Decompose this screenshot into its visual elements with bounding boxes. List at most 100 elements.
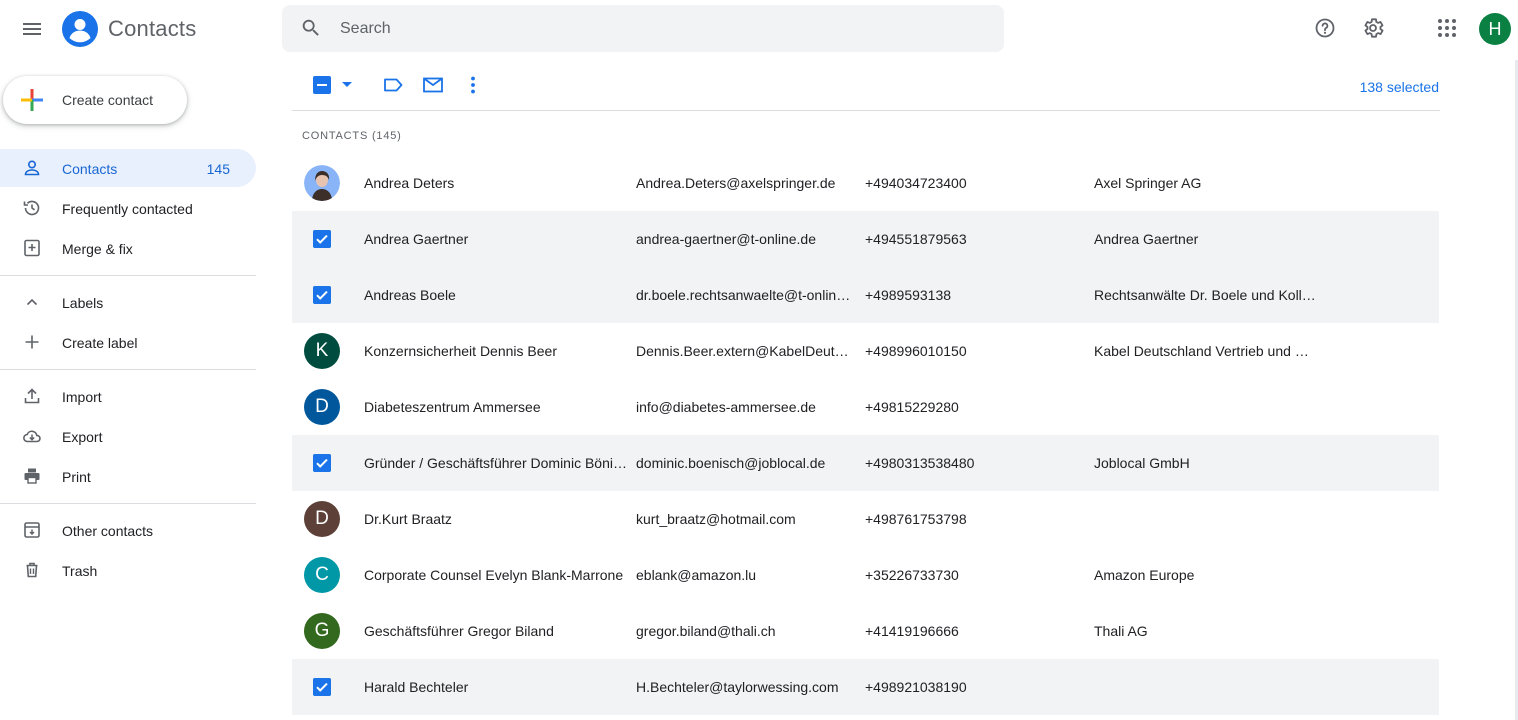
- help-icon[interactable]: [1313, 16, 1337, 40]
- sidebar-item-label: Create label: [62, 335, 138, 351]
- sidebar-item-other-contacts[interactable]: Other contacts: [0, 511, 256, 549]
- selected-count: 138 selected: [1359, 79, 1439, 95]
- cloud-download-icon: [23, 430, 41, 443]
- contact-row[interactable]: D Diabeteszentrum Ammersee info@diabetes-a…: [292, 379, 1439, 435]
- contact-phone: +498921038190: [865, 679, 967, 695]
- contact-avatar[interactable]: C: [304, 557, 340, 593]
- sidebar-item-label: Print: [62, 469, 91, 485]
- contact-phone: +4989593138: [865, 287, 952, 303]
- contact-name: Harald Bechteler: [364, 679, 469, 695]
- menu-icon[interactable]: [20, 17, 44, 41]
- contact-email: andrea-gaertner@t-online.de: [636, 231, 816, 247]
- contacts-logo-icon[interactable]: [62, 11, 98, 47]
- sidebar-item-label: Import: [62, 389, 102, 405]
- contact-avatar[interactable]: G: [304, 613, 340, 649]
- contact-org: Amazon Europe: [1094, 567, 1195, 583]
- merge-fix-icon: [24, 239, 40, 257]
- contact-org: Thali AG: [1094, 623, 1148, 639]
- contact-name: Konzernsicherheit Dennis Beer: [364, 343, 557, 359]
- sidebar-divider: [0, 369, 256, 370]
- contact-avatar[interactable]: D: [304, 389, 340, 425]
- sidebar-item-export[interactable]: Export: [0, 417, 256, 455]
- sidebar-item-print[interactable]: Print: [0, 457, 256, 495]
- contact-avatar[interactable]: D: [304, 501, 340, 537]
- contact-email: dr.boele.rechtsanwaelte@t-online.de: [636, 287, 854, 303]
- contact-row[interactable]: Andreas Boele dr.boele.rechtsanwaelte@t-o…: [292, 267, 1439, 323]
- contact-row[interactable]: D Dr.Kurt Braatz kurt_braatz@hotmail.com +4…: [292, 491, 1439, 547]
- contact-email: Andrea.Deters@axelspringer.de: [636, 175, 836, 191]
- history-icon: [23, 200, 40, 216]
- contact-org: Axel Springer AG: [1094, 175, 1202, 191]
- contact-org: Kabel Deutschland Vertrieb und Service: [1094, 343, 1316, 359]
- sidebar-item-label: Trash: [62, 563, 98, 579]
- sidebar-item-frequently-contacted[interactable]: Frequently contacted: [0, 189, 256, 227]
- label-icon[interactable]: [382, 74, 404, 96]
- dropdown-arrow-icon[interactable]: [339, 79, 355, 91]
- sidebar-item-contacts[interactable]: Contacts 145: [0, 149, 256, 187]
- contact-email: kurt_braatz@hotmail.com: [636, 511, 796, 527]
- contact-row[interactable]: Gründer / Geschäftsführer Dominic Bönisc…: [292, 435, 1439, 491]
- upload-icon: [24, 388, 40, 404]
- contacts-count: 145: [206, 161, 230, 177]
- contact-org: Rechtsanwälte Dr. Boele und Kollegen: [1094, 287, 1316, 303]
- row-checkbox-checked-icon[interactable]: [313, 286, 331, 304]
- contact-name: Geschäftsführer Gregor Biland: [364, 623, 554, 639]
- contact-photo-avatar[interactable]: [304, 165, 340, 201]
- sidebar-item-label: Merge & fix: [62, 241, 133, 257]
- row-checkbox-checked-icon[interactable]: [313, 678, 331, 696]
- user-avatar[interactable]: H: [1479, 13, 1511, 45]
- apps-grid-icon[interactable]: [1435, 16, 1459, 40]
- sidebar-item-label: Labels: [62, 295, 104, 311]
- app-header: Contacts H: [0, 0, 1518, 60]
- more-vert-icon[interactable]: [462, 74, 484, 96]
- contact-row[interactable]: Andrea Gaertner andrea-gaertner@t-online.…: [292, 211, 1439, 267]
- archive-icon: [24, 522, 40, 538]
- row-checkbox-checked-icon[interactable]: [313, 454, 331, 472]
- row-checkbox-checked-icon[interactable]: [313, 230, 331, 248]
- search-icon[interactable]: [300, 17, 322, 39]
- sidebar-item-merge-fix[interactable]: Merge & fix: [0, 229, 256, 267]
- sidebar-item-import[interactable]: Import: [0, 377, 256, 415]
- trash-icon: [26, 562, 38, 578]
- chevron-up-icon: [26, 298, 38, 306]
- contact-phone: +35226733730: [865, 567, 959, 583]
- selection-toolbar: 138 selected: [292, 60, 1440, 111]
- contact-name: Corporate Counsel Evelyn Blank-Marrone: [364, 567, 624, 583]
- contact-row[interactable]: G Geschäftsführer Gregor Biland gregor.bil…: [292, 603, 1439, 659]
- contact-name: Andrea Deters: [364, 175, 455, 191]
- colorful-plus-icon: [21, 89, 43, 111]
- contact-email: info@diabetes-ammersee.de: [636, 399, 816, 415]
- sidebar-item-label: Contacts: [62, 161, 118, 177]
- contact-email: gregor.biland@thali.ch: [636, 623, 776, 639]
- search-bar[interactable]: [282, 5, 1004, 52]
- settings-icon[interactable]: [1361, 16, 1385, 40]
- create-contact-button[interactable]: Create contact: [3, 76, 187, 124]
- contact-name: Diabeteszentrum Ammersee: [364, 399, 541, 415]
- sidebar-item-labels[interactable]: Labels: [0, 283, 256, 321]
- contact-row[interactable]: K Konzernsicherheit Dennis Beer Dennis.Bee…: [292, 323, 1439, 379]
- print-icon: [24, 468, 40, 484]
- email-icon[interactable]: [422, 74, 444, 96]
- contact-row[interactable]: Harald Bechteler H.Bechteler@taylorwessin…: [292, 659, 1439, 715]
- contact-name: Gründer / Geschäftsführer Dominic Bönisc…: [364, 455, 628, 471]
- contact-avatar[interactable]: K: [304, 333, 340, 369]
- contact-org: Joblocal GmbH: [1094, 455, 1190, 471]
- contact-row[interactable]: C Corporate Counsel Evelyn Blank-Marrone e…: [292, 547, 1439, 603]
- person-icon: [24, 160, 40, 176]
- contact-phone: +49815229280: [865, 399, 959, 415]
- contact-email: dominic.boenisch@joblocal.de: [636, 455, 826, 471]
- contact-email: Dennis.Beer.extern@KabelDeutschland.de: [636, 343, 854, 359]
- sidebar-item-trash[interactable]: Trash: [0, 551, 256, 589]
- sidebar-item-label: Frequently contacted: [62, 201, 193, 217]
- sidebar-divider: [0, 503, 256, 504]
- contact-name: Andreas Boele: [364, 287, 456, 303]
- contact-row[interactable]: Andrea Deters Andrea.Deters@axelspringer.…: [292, 155, 1439, 211]
- contact-phone: +494551879563: [865, 231, 967, 247]
- contact-phone: +494034723400: [865, 175, 967, 191]
- contact-name: Dr.Kurt Braatz: [364, 511, 452, 527]
- sidebar-item-create-label[interactable]: Create label: [0, 323, 256, 361]
- search-input[interactable]: [340, 5, 980, 52]
- contact-org: Andrea Gaertner: [1094, 231, 1199, 247]
- sidebar-item-label: Other contacts: [62, 523, 154, 539]
- select-partial-checkbox-icon[interactable]: [312, 75, 332, 95]
